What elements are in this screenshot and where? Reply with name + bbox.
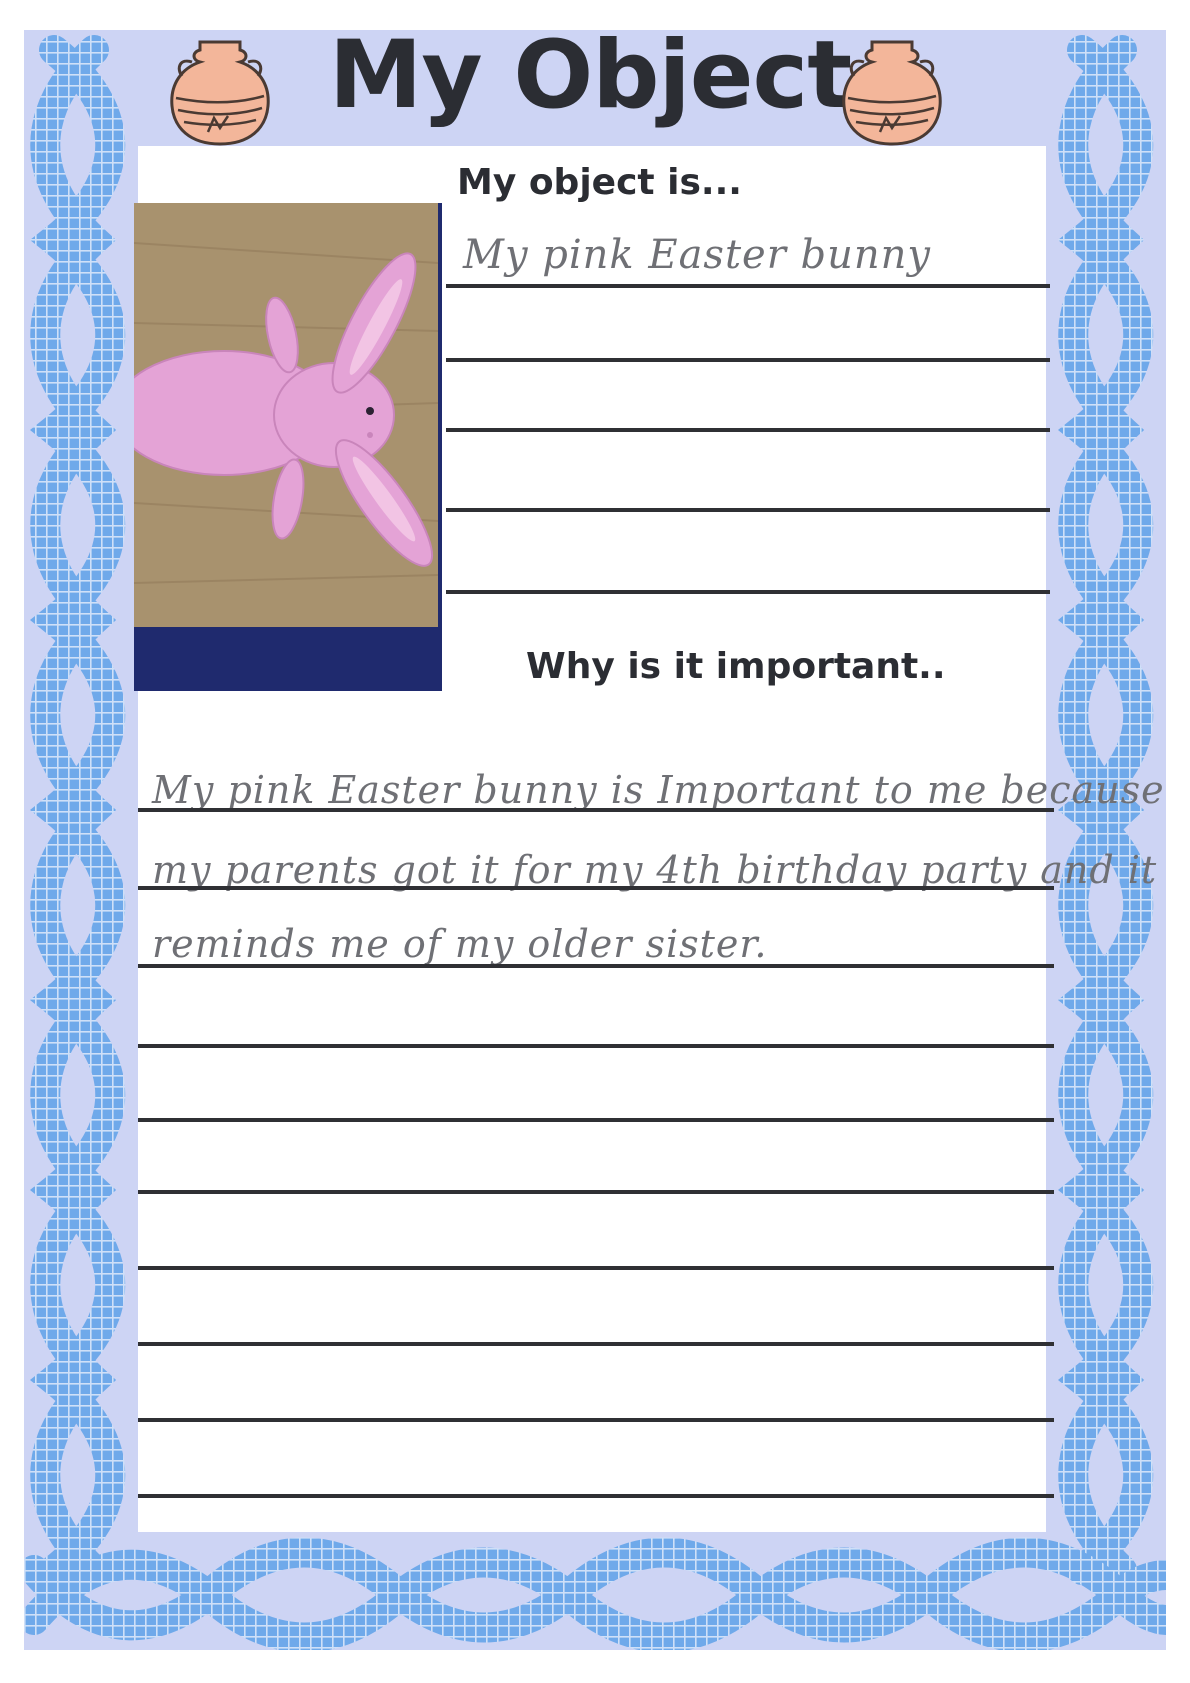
object-answer: My pink Easter bunny — [463, 232, 932, 278]
roman-pot-icon — [842, 40, 942, 146]
page-title: My Object — [328, 21, 852, 130]
writing-line — [138, 808, 1054, 812]
writing-line — [138, 1266, 1054, 1270]
writing-line — [138, 1118, 1054, 1122]
writing-line — [446, 284, 1050, 288]
writing-line — [138, 1494, 1054, 1498]
object-heading: My object is... — [457, 162, 742, 203]
writing-line — [138, 1342, 1054, 1346]
writing-line — [446, 358, 1050, 362]
writing-line — [446, 508, 1050, 512]
importance-answer-line: My pink Easter bunny is Important to me … — [152, 768, 1165, 812]
importance-answer-line: reminds me of my older sister. — [152, 922, 768, 966]
writing-line — [446, 428, 1050, 432]
writing-line — [138, 1190, 1054, 1194]
writing-line — [138, 886, 1054, 890]
writing-line — [138, 964, 1054, 968]
writing-line — [138, 1418, 1054, 1422]
roman-pot-icon — [170, 40, 270, 146]
writing-line — [138, 1044, 1054, 1048]
bunny-photo — [134, 203, 442, 691]
importance-heading: Why is it important.. — [526, 646, 946, 687]
writing-line — [446, 590, 1050, 594]
